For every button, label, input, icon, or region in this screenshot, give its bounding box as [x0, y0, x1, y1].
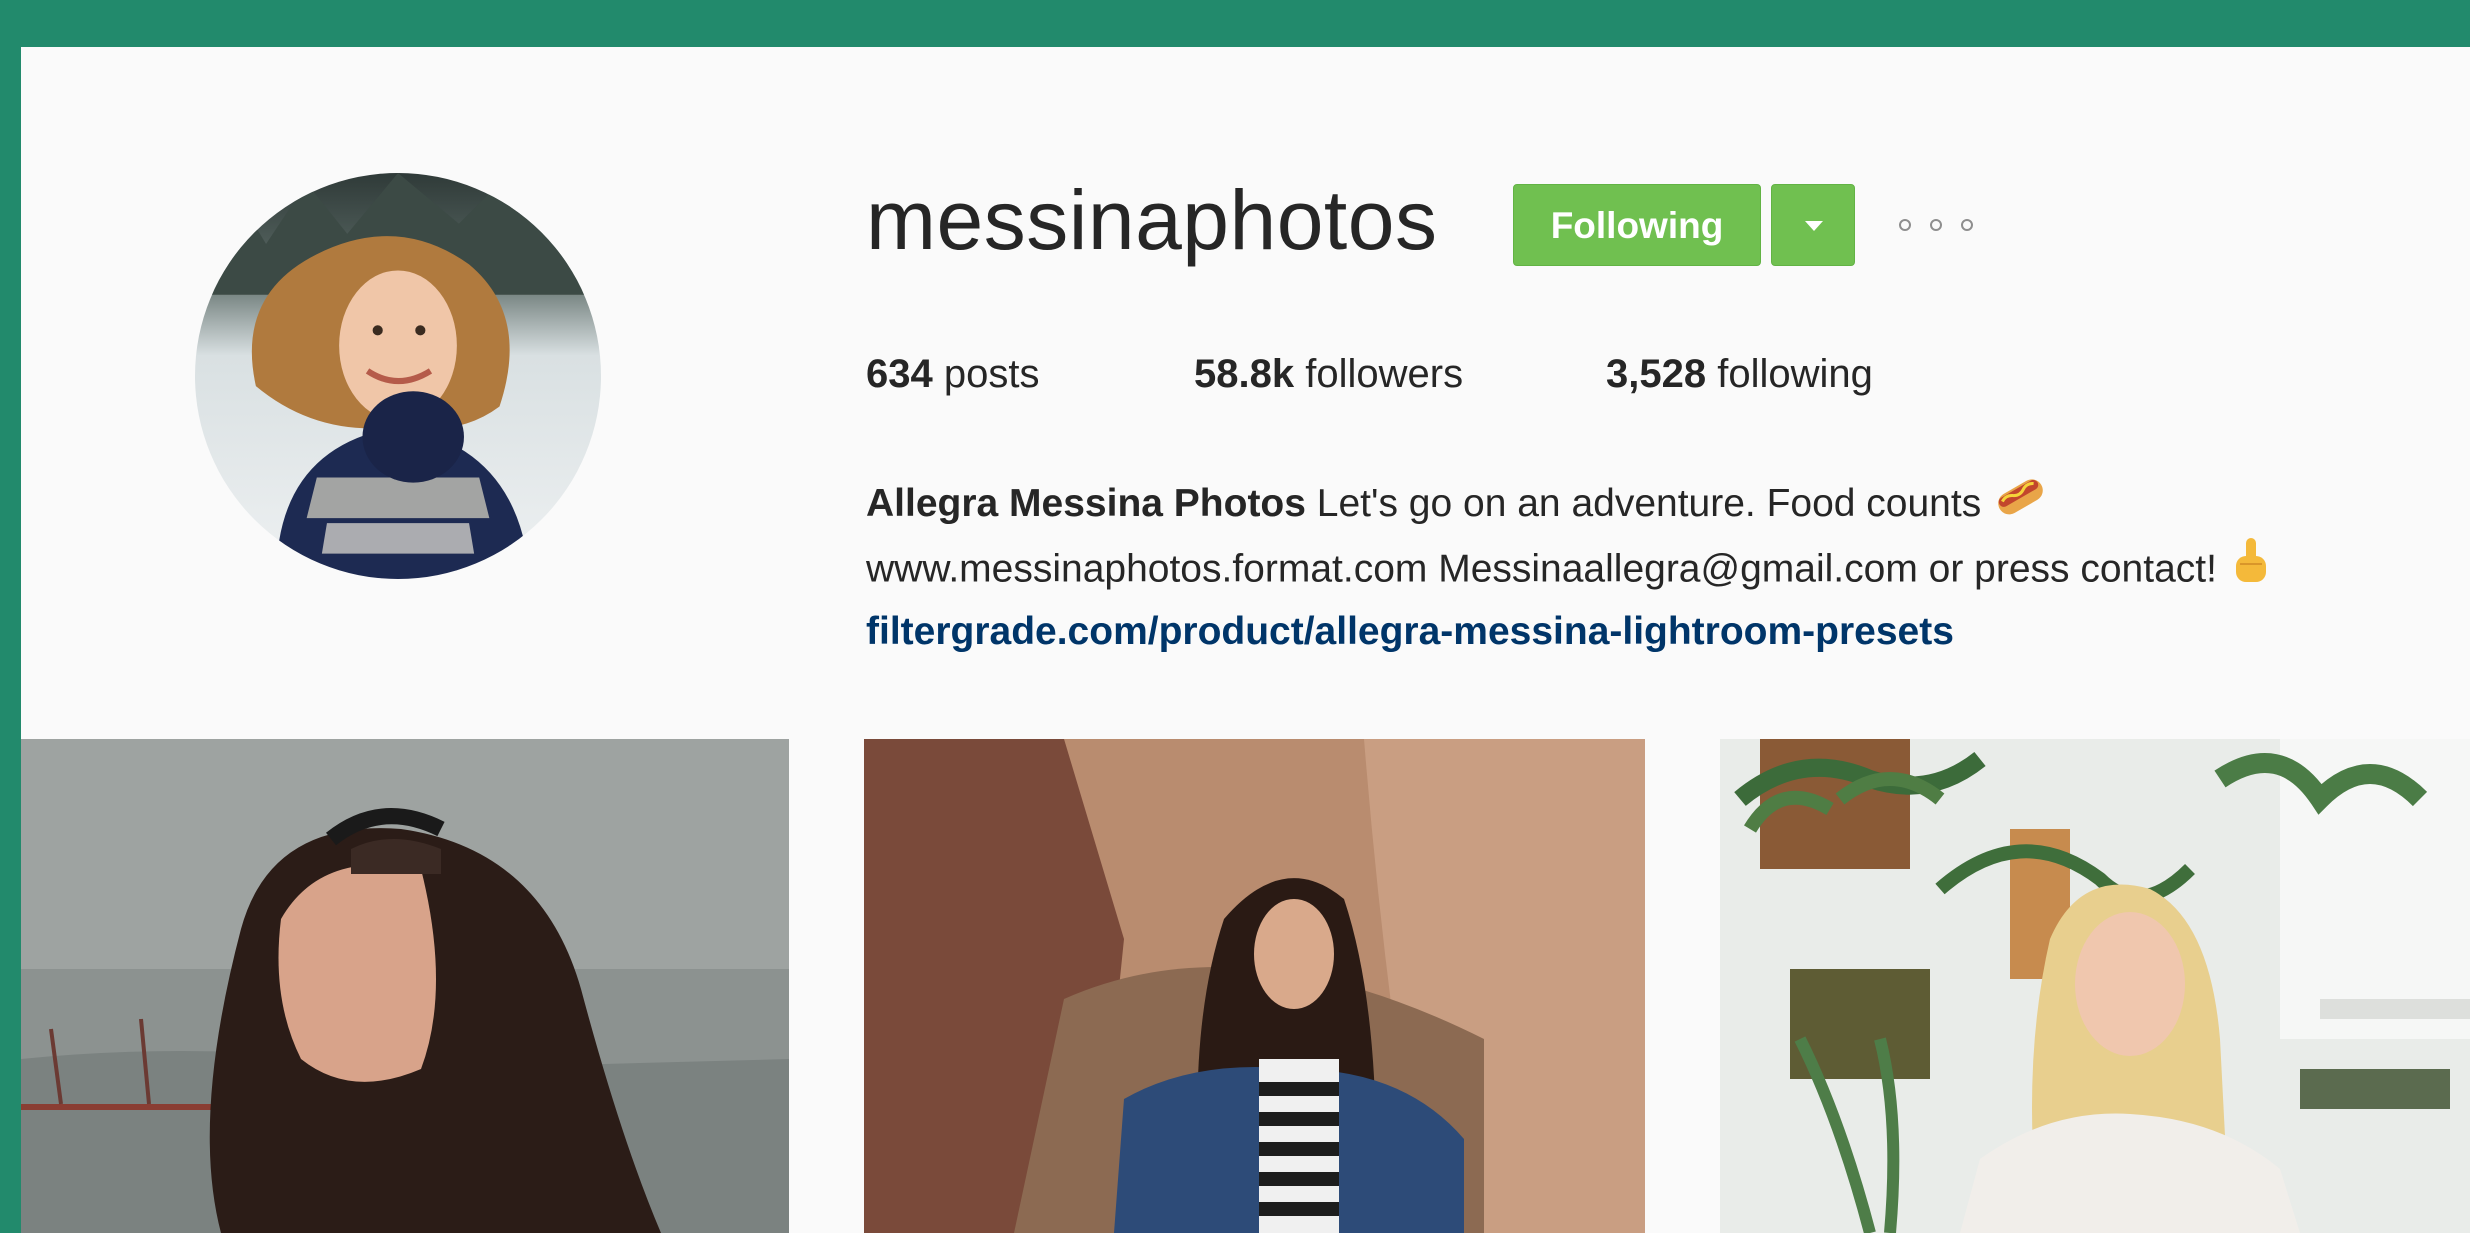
followers-count: 58.8k	[1194, 352, 1295, 396]
bio-line-3: filtergrade.com/product/allegra-messina-…	[866, 600, 2470, 664]
posts-count: 634	[866, 352, 933, 396]
following-stat[interactable]: 3,528 following	[1606, 352, 1873, 397]
bio-text: Let's go on an adventure. Food counts	[1316, 482, 1982, 525]
profile-avatar[interactable]	[195, 173, 601, 579]
post-thumbnail-3[interactable]	[1720, 739, 2470, 1233]
posts-stat: 634 posts	[866, 352, 1039, 397]
posts-label: posts	[943, 352, 1040, 396]
chevron-down-icon	[1805, 221, 1823, 231]
bio-external-link[interactable]: filtergrade.com/product/allegra-messina-…	[866, 610, 1954, 653]
following-count: 3,528	[1606, 352, 1707, 396]
more-options-icon[interactable]	[1899, 202, 1973, 248]
hotdog-icon	[1992, 474, 2048, 538]
more-dot	[1899, 219, 1911, 231]
more-dot	[1930, 219, 1942, 231]
bio-line-1: Allegra Messina Photos Let's go on an ad…	[866, 472, 2470, 536]
bio-full-name: Allegra Messina Photos	[866, 482, 1306, 525]
profile-page: messinaphotos Following 634 posts 58.8k …	[21, 47, 2470, 1233]
more-dot	[1961, 219, 1973, 231]
following-button[interactable]: Following	[1513, 184, 1761, 266]
followers-label: followers	[1305, 352, 1464, 396]
follow-options-dropdown-button[interactable]	[1771, 184, 1855, 266]
profile-username: messinaphotos	[866, 173, 1438, 267]
post-thumbnail-2[interactable]	[864, 739, 1645, 1233]
pointing-up-icon	[2228, 536, 2272, 606]
profile-bio: Allegra Messina Photos Let's go on an ad…	[866, 472, 2470, 664]
post-thumbnail-1[interactable]	[21, 739, 789, 1233]
bio-line-2: www.messinaphotos.format.com Messinaalle…	[866, 536, 2470, 600]
following-label: following	[1717, 352, 1873, 396]
bio-contact-text: www.messinaphotos.format.com Messinaalle…	[866, 547, 2217, 591]
followers-stat[interactable]: 58.8k followers	[1194, 352, 1463, 397]
